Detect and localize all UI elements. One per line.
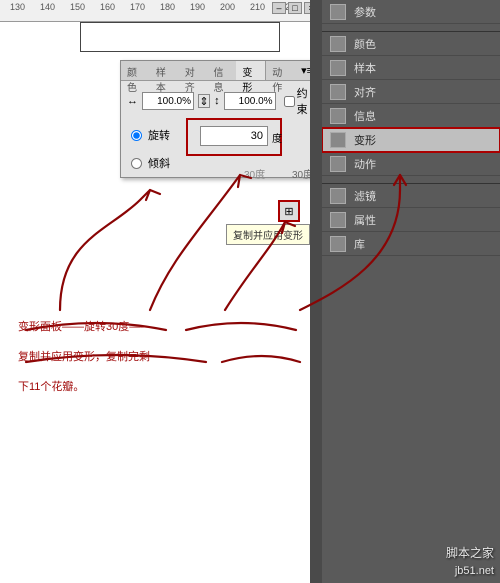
angle-readout-grey: 30度 bbox=[244, 166, 265, 181]
ruler-mark: 210 bbox=[250, 2, 265, 12]
right-dock: 参数颜色样本对齐信息变形动作滤镜属性库 bbox=[320, 0, 500, 583]
annotation-line-3: 下11个花瓣。 bbox=[18, 372, 308, 402]
ruler-mark: 140 bbox=[40, 2, 55, 12]
annotation-line-1: 变形面板——旋转30度—— bbox=[18, 312, 308, 342]
dock-item-label: 动作 bbox=[354, 156, 376, 172]
artboard bbox=[80, 22, 280, 52]
swatch-icon bbox=[330, 60, 346, 76]
dock-item-library[interactable]: 库 bbox=[322, 232, 500, 256]
filter-icon bbox=[330, 188, 346, 204]
annotation-text: 变形面板——旋转30度—— 复制并应用变形，复制完剩 下11个花瓣。 bbox=[18, 312, 308, 402]
window-min-button[interactable]: ‒ bbox=[272, 2, 286, 14]
params-icon bbox=[330, 4, 346, 20]
dock-item-label: 样本 bbox=[354, 60, 376, 76]
panel-tab[interactable]: 动作 bbox=[266, 61, 295, 80]
ruler-mark: 170 bbox=[130, 2, 145, 12]
arrow-h-icon: ↔ bbox=[127, 95, 138, 107]
ruler-mark: 180 bbox=[160, 2, 175, 12]
ruler-mark: 130 bbox=[10, 2, 25, 12]
dock-item-color[interactable]: 颜色 bbox=[322, 32, 500, 56]
scale-height-input[interactable] bbox=[224, 92, 276, 110]
dock-item-label: 属性 bbox=[354, 212, 376, 228]
panel-tab[interactable]: 颜色 bbox=[121, 61, 150, 80]
transform-icon bbox=[330, 132, 346, 148]
panel-tab-strip: 颜色样本对齐信息变形动作▾≡ bbox=[121, 61, 319, 81]
library-icon bbox=[330, 236, 346, 252]
dock-item-label: 变形 bbox=[354, 132, 376, 148]
rotate-label: 旋转 bbox=[148, 127, 170, 143]
window-max-button[interactable]: □ bbox=[288, 2, 302, 14]
ruler-mark: 160 bbox=[100, 2, 115, 12]
color-icon bbox=[330, 36, 346, 52]
constrain-checkbox-label[interactable]: 约束 bbox=[284, 85, 313, 117]
dock-drag-handle[interactable] bbox=[310, 0, 322, 583]
annotation-line-2: 复制并应用变形，复制完剩 bbox=[18, 342, 308, 372]
watermark-url: jb51.net bbox=[455, 565, 494, 577]
watermark-site: 脚本之家 bbox=[446, 544, 494, 561]
ruler-mark: 200 bbox=[220, 2, 235, 12]
constrain-checkbox[interactable] bbox=[284, 96, 295, 107]
dock-item-label: 滤镜 bbox=[354, 188, 376, 204]
angle-unit: 度 bbox=[272, 130, 282, 145]
panel-tab[interactable]: 信息 bbox=[208, 61, 237, 80]
dock-item-label: 信息 bbox=[354, 108, 376, 124]
panel-tab[interactable]: 样本 bbox=[150, 61, 179, 80]
dock-item-info[interactable]: 信息 bbox=[322, 104, 500, 128]
scale-width-input[interactable] bbox=[142, 92, 194, 110]
dock-item-label: 对齐 bbox=[354, 84, 376, 100]
align-icon bbox=[330, 84, 346, 100]
info-icon bbox=[330, 108, 346, 124]
dock-item-transform[interactable]: 变形 bbox=[322, 128, 500, 152]
dock-item-label: 库 bbox=[354, 236, 365, 252]
dock-item-swatch[interactable]: 样本 bbox=[322, 56, 500, 80]
arrow-v-icon: ↕ bbox=[214, 95, 220, 107]
ruler-mark: 150 bbox=[70, 2, 85, 12]
panel-tab[interactable]: 变形 bbox=[236, 61, 266, 80]
dock-separator bbox=[322, 176, 500, 184]
dock-item-label: 颜色 bbox=[354, 36, 376, 52]
dock-separator bbox=[322, 24, 500, 32]
action-icon bbox=[330, 156, 346, 172]
dock-item-label: 参数 bbox=[354, 4, 376, 20]
tooltip: 复制并应用变形 bbox=[226, 224, 310, 245]
attr-icon bbox=[330, 212, 346, 228]
dock-item-align[interactable]: 对齐 bbox=[322, 80, 500, 104]
shear-radio[interactable] bbox=[131, 158, 142, 169]
shear-label: 倾斜 bbox=[148, 155, 170, 171]
ruler-mark: 190 bbox=[190, 2, 205, 12]
dock-item-params[interactable]: 参数 bbox=[322, 0, 500, 24]
copy-apply-transform-button[interactable]: ⊞ bbox=[278, 200, 300, 222]
link-scale-icon[interactable]: ⇕ bbox=[198, 94, 210, 108]
panel-tab[interactable]: 对齐 bbox=[179, 61, 208, 80]
dock-item-attr[interactable]: 属性 bbox=[322, 208, 500, 232]
dock-item-filter[interactable]: 滤镜 bbox=[322, 184, 500, 208]
rotate-radio[interactable] bbox=[131, 130, 142, 141]
dock-item-action[interactable]: 动作 bbox=[322, 152, 500, 176]
angle-input[interactable] bbox=[200, 126, 268, 146]
